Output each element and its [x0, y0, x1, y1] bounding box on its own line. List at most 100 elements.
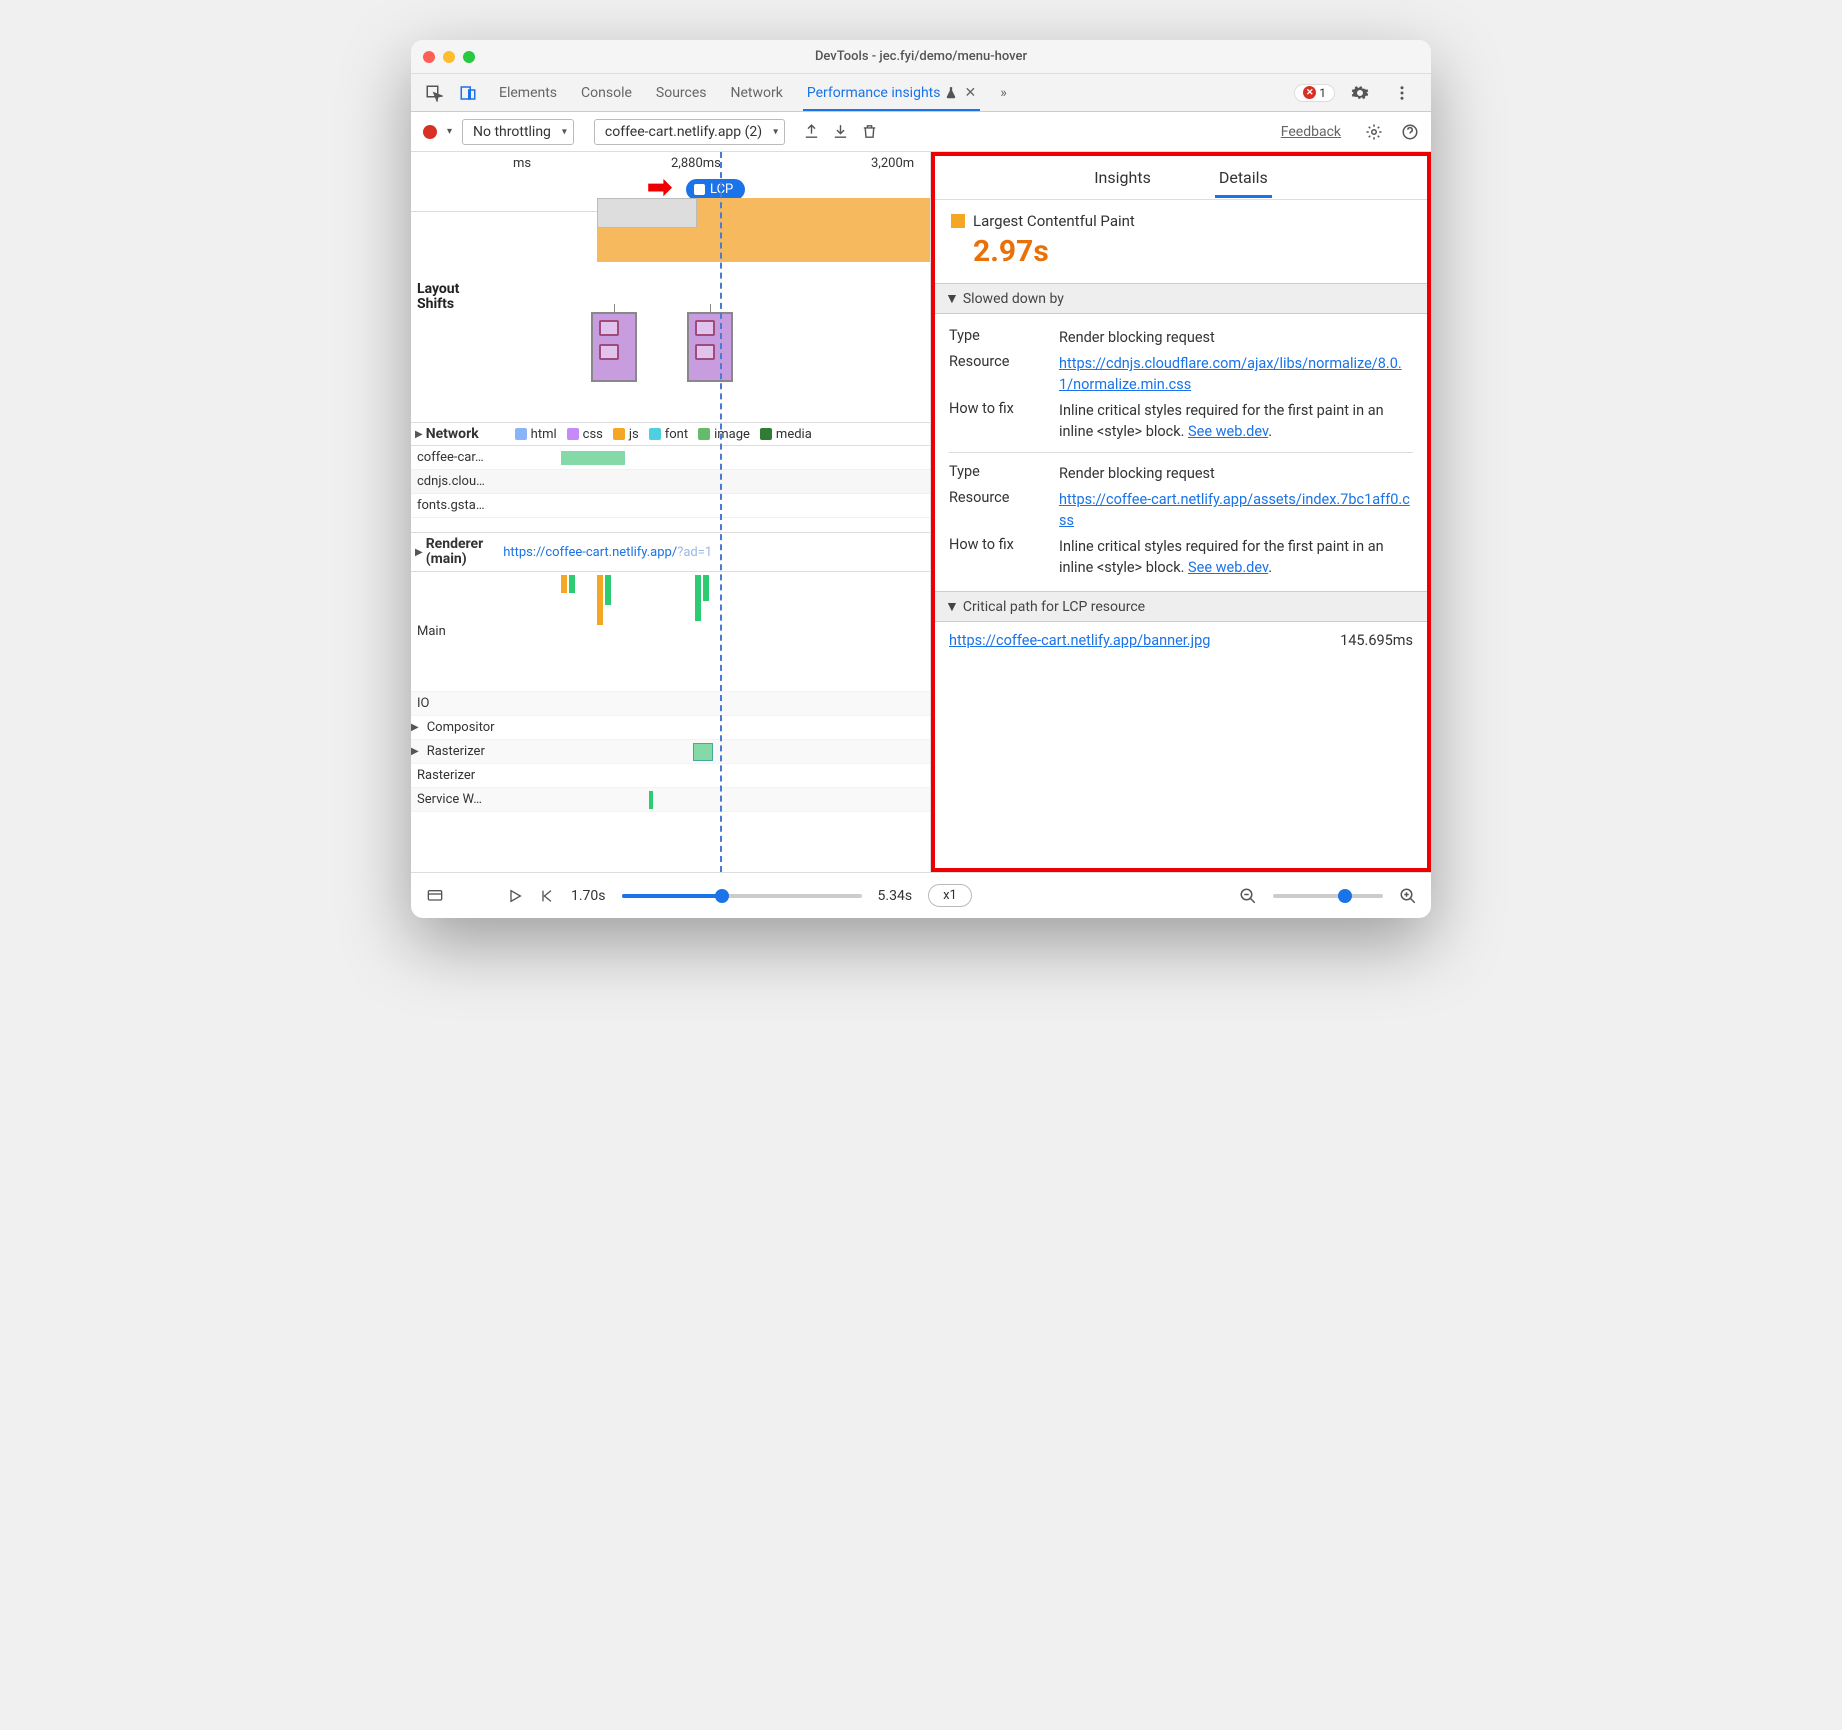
- expand-icon[interactable]: ▶: [411, 746, 419, 757]
- layout-shifts-label: Layout Shifts: [417, 282, 459, 313]
- collapse-icon: ▼: [945, 598, 959, 615]
- tab-network[interactable]: Network: [731, 74, 783, 111]
- ruler-tick: 3,200m: [871, 156, 914, 171]
- zoom-slider[interactable]: [1273, 894, 1383, 898]
- layout-shift-thumb[interactable]: [687, 312, 733, 382]
- timeline-band: [597, 198, 930, 262]
- tab-label: Performance insights: [807, 85, 941, 101]
- swatch-js-icon: [613, 428, 625, 440]
- main-body: ms 2,880ms 3,200m ➡ LCP Layout Shifts ▶ …: [411, 152, 1431, 872]
- track-row[interactable]: Rasterizer: [411, 764, 930, 788]
- critical-resource-time: 145.695ms: [1340, 632, 1413, 649]
- tab-sources[interactable]: Sources: [656, 74, 707, 111]
- help-icon[interactable]: [1401, 123, 1419, 141]
- tab-performance-insights[interactable]: Performance insights ✕: [807, 74, 976, 111]
- record-menu-icon[interactable]: ▾: [447, 126, 452, 137]
- collapse-icon: ▼: [945, 290, 959, 307]
- more-tabs-icon[interactable]: »: [1000, 74, 1007, 111]
- layout-shift-thumb[interactable]: [591, 312, 637, 382]
- see-webdev-link[interactable]: See web.dev: [1188, 423, 1268, 440]
- renderer-url[interactable]: https://coffee-cart.netlify.app/?ad=1: [503, 545, 712, 560]
- window-controls: [423, 51, 475, 63]
- panel-tabbar: Elements Console Sources Network Perform…: [411, 74, 1431, 112]
- tab-console[interactable]: Console: [581, 74, 632, 111]
- tab-insights[interactable]: Insights: [1090, 158, 1155, 197]
- swatch-media-icon: [760, 428, 772, 440]
- close-window-icon[interactable]: [423, 51, 435, 63]
- network-label: Network: [426, 426, 479, 442]
- kebab-menu-icon[interactable]: [1385, 84, 1419, 102]
- see-webdev-link[interactable]: See web.dev: [1188, 559, 1268, 576]
- export-icon[interactable]: [803, 123, 820, 140]
- import-icon[interactable]: [832, 123, 849, 140]
- request-bar: [561, 451, 625, 465]
- recording-select[interactable]: coffee-cart.netlify.app (2): [594, 119, 785, 145]
- lcp-title: Largest Contentful Paint: [973, 212, 1135, 230]
- preview-icon[interactable]: [425, 888, 445, 904]
- resource-link[interactable]: https://cdnjs.cloudflare.com/ajax/libs/n…: [1059, 355, 1402, 393]
- resource-link[interactable]: https://coffee-cart.netlify.app/assets/i…: [1059, 491, 1410, 529]
- expand-icon[interactable]: ▶: [415, 429, 423, 440]
- devtools-window: DevTools - jec.fyi/demo/menu-hover Eleme…: [411, 40, 1431, 918]
- zoom-out-icon[interactable]: [1239, 887, 1257, 905]
- timeline-pane[interactable]: ms 2,880ms 3,200m ➡ LCP Layout Shifts ▶ …: [411, 152, 931, 872]
- error-count: 1: [1319, 86, 1326, 100]
- track-row[interactable]: ▶Rasterizer: [411, 740, 930, 764]
- expand-icon[interactable]: ▶: [411, 722, 419, 733]
- network-row[interactable]: fonts.gsta…: [411, 494, 930, 518]
- time-start: 1.70s: [571, 888, 606, 904]
- settings-icon[interactable]: [1343, 84, 1377, 102]
- renderer-header[interactable]: ▶ Renderer (main) https://coffee-cart.ne…: [411, 532, 930, 572]
- critical-path-header[interactable]: ▼ Critical path for LCP resource: [935, 591, 1427, 622]
- stop-icon: [694, 184, 705, 195]
- network-header[interactable]: ▶ Network html css js font image media: [411, 422, 930, 446]
- legend: html css js font image media: [515, 427, 812, 442]
- swatch-font-icon: [649, 428, 661, 440]
- minimize-window-icon[interactable]: [443, 51, 455, 63]
- tab-elements[interactable]: Elements: [499, 74, 557, 111]
- flask-icon: [944, 86, 958, 100]
- titlebar: DevTools - jec.fyi/demo/menu-hover: [411, 40, 1431, 74]
- delete-icon[interactable]: [861, 123, 878, 140]
- type-value: Render blocking request: [1059, 327, 1413, 348]
- rewind-icon[interactable]: [539, 888, 555, 904]
- time-slider[interactable]: [622, 894, 862, 898]
- network-row[interactable]: coffee-car…: [411, 446, 930, 470]
- track-row[interactable]: ▶Compositor: [411, 716, 930, 740]
- gear-icon[interactable]: [1365, 123, 1383, 141]
- record-button[interactable]: [423, 125, 437, 139]
- slowed-header[interactable]: ▼ Slowed down by: [935, 283, 1427, 314]
- zoom-level[interactable]: x1: [928, 884, 972, 907]
- network-row[interactable]: cdnjs.clou…: [411, 470, 930, 494]
- insights-toolbar: ▾ No throttling coffee-cart.netlify.app …: [411, 112, 1431, 152]
- play-icon[interactable]: [507, 888, 523, 904]
- device-toggle-icon[interactable]: [451, 74, 485, 111]
- error-icon: ✕: [1303, 86, 1316, 99]
- lcp-marker[interactable]: LCP: [686, 179, 745, 200]
- track-row[interactable]: Main: [411, 572, 930, 692]
- tracks: Main IO ▶Compositor ▶Rasterizer Rasteriz…: [411, 572, 930, 812]
- tab-details[interactable]: Details: [1215, 158, 1272, 197]
- time-cursor[interactable]: [720, 152, 722, 872]
- lcp-value: 2.97s: [973, 234, 1411, 269]
- window-title: DevTools - jec.fyi/demo/menu-hover: [815, 49, 1027, 64]
- maximize-window-icon[interactable]: [463, 51, 475, 63]
- slider-knob[interactable]: [1338, 889, 1352, 903]
- critical-path-row: https://coffee-cart.netlify.app/banner.j…: [935, 622, 1427, 659]
- slider-knob[interactable]: [715, 889, 729, 903]
- details-pane: Insights Details Largest Contentful Pain…: [931, 152, 1431, 872]
- ruler-tick: 2,880ms: [671, 156, 721, 171]
- inspect-icon[interactable]: [417, 74, 451, 111]
- expand-icon[interactable]: ▶: [415, 547, 423, 558]
- ruler-unit: ms: [513, 156, 531, 171]
- right-tabs: Insights Details: [935, 156, 1427, 200]
- zoom-in-icon[interactable]: [1399, 887, 1417, 905]
- track-row[interactable]: Service W…: [411, 788, 930, 812]
- lcp-card: Largest Contentful Paint 2.97s: [935, 200, 1427, 283]
- error-badge[interactable]: ✕ 1: [1294, 84, 1335, 102]
- track-row[interactable]: IO: [411, 692, 930, 716]
- critical-resource-link[interactable]: https://coffee-cart.netlify.app/banner.j…: [949, 632, 1210, 649]
- feedback-link[interactable]: Feedback: [1281, 124, 1341, 140]
- close-tab-icon[interactable]: ✕: [964, 85, 976, 101]
- throttling-select[interactable]: No throttling: [462, 119, 574, 145]
